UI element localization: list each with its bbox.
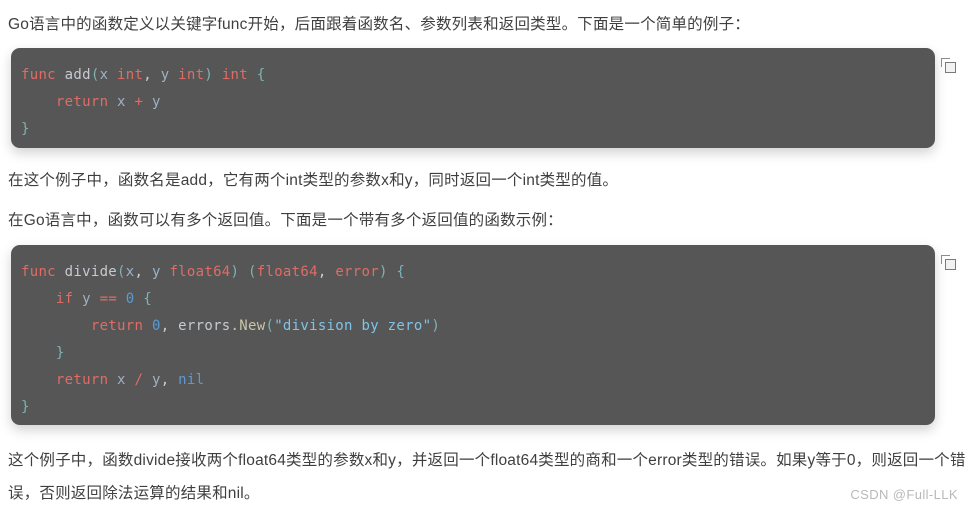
paragraph-multi-return-intro: 在Go语言中，函数可以有多个返回值。下面是一个带有多个返回值的函数示例： (8, 212, 563, 229)
copy-icon[interactable] (941, 255, 957, 271)
watermark: CSDN @Full-LLK (850, 487, 958, 502)
code-block-1: func add(x int, y int) int { return x + … (11, 48, 935, 148)
code-token-nil: nil (178, 372, 205, 388)
code-token-punctuation: ( (265, 318, 275, 334)
code-token-variable: y (82, 291, 91, 307)
code-token-plain: , (160, 372, 179, 388)
code-token-punctuation: ) (431, 318, 441, 334)
code-token-keyword: return (90, 318, 144, 334)
code-token-punctuation: } (21, 121, 30, 137)
code-token-variable: x (117, 94, 126, 110)
code-block-container-1: func add(x int, y int) int { return x + … (11, 48, 935, 148)
code-token-keyword: func (21, 67, 56, 83)
code-token-number: 0 (125, 291, 135, 307)
code-token-operator: == (99, 291, 118, 307)
code-token-punctuation: } (21, 399, 30, 415)
code-token-keyword: int (117, 67, 144, 83)
code-token-keyword: int (221, 67, 249, 83)
code-token-punctuation: ( (248, 264, 257, 280)
code-token-string: "division by zero" (274, 318, 432, 334)
code-token-plain: , (160, 318, 179, 334)
code-token-keyword: int (178, 67, 205, 83)
paragraph-explain-add: 在这个例子中，函数名是add，它有两个int类型的参数x和y，同时返回一个int… (8, 172, 619, 189)
paragraph-explain-divide: 这个例子中，函数divide接收两个float64类型的参数x和y，并返回一个f… (8, 452, 966, 502)
code-token-punctuation: ( (90, 67, 100, 83)
code-token-variable: x (125, 264, 135, 280)
code-token-punctuation: ( (117, 264, 126, 280)
code-token-keyword: func (21, 264, 56, 280)
code-token-keyword: float64 (169, 264, 231, 280)
code-token-punctuation: } (55, 345, 65, 361)
code-token-keyword: return (55, 372, 109, 388)
code-token-punctuation: ) (378, 264, 388, 280)
code-token-method: .New (230, 318, 266, 334)
code-token-plain: , (143, 67, 161, 83)
code-token-number: 0 (151, 318, 161, 334)
code-token-plain: , (317, 264, 336, 280)
code-token-keyword: return (55, 94, 109, 110)
code-token-operator: + (134, 94, 144, 110)
code-token-keyword: float64 (256, 264, 318, 280)
code-token-function: errors (178, 318, 231, 334)
code-token-keyword: error (335, 264, 379, 280)
code-block-2: func divide(x, y float64) (float64, erro… (11, 245, 935, 425)
code-token-variable: y (151, 264, 161, 280)
code-token-punctuation: ) (230, 264, 240, 280)
code-token-keyword: if (55, 291, 74, 307)
code-block-container-2: func divide(x, y float64) (float64, erro… (11, 245, 935, 425)
copy-icon-front-square (945, 62, 956, 73)
code-content-1: func add(x int, y int) int { return x + … (21, 62, 935, 143)
copy-icon-front-square (945, 259, 956, 270)
paragraph-intro: Go语言中的函数定义以关键字func开始，后面跟着函数名、参数列表和返回类型。下… (8, 16, 750, 33)
article-body: Go语言中的函数定义以关键字func开始，后面跟着函数名、参数列表和返回类型。下… (0, 0, 970, 509)
code-token-function: divide (64, 264, 118, 280)
code-token-variable: y (151, 372, 161, 388)
code-token-variable: y (151, 94, 161, 110)
copy-icon[interactable] (941, 58, 957, 74)
code-token-variable: x (99, 67, 109, 83)
code-token-operator: / (134, 372, 144, 388)
code-content-2: func divide(x, y float64) (float64, erro… (21, 259, 935, 421)
code-token-punctuation: ) (204, 67, 214, 83)
code-token-punctuation: { (256, 67, 266, 83)
code-token-punctuation: { (396, 264, 406, 280)
code-token-punctuation: { (143, 291, 152, 307)
code-token-variable: x (117, 372, 126, 388)
code-token-plain: , (134, 264, 152, 280)
code-token-function: add (64, 67, 91, 83)
